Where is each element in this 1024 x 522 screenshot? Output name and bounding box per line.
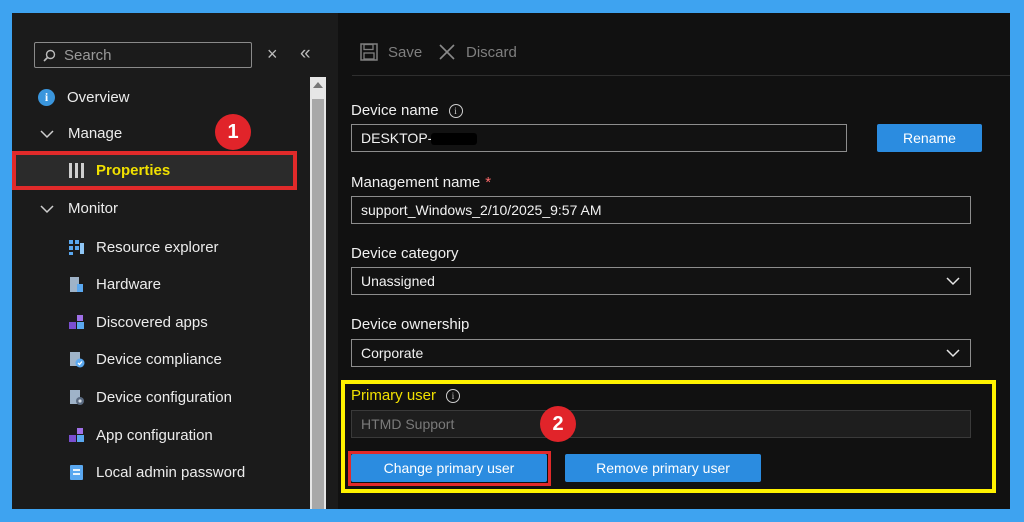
chevron-down-icon	[946, 277, 960, 286]
sidebar-group-manage[interactable]: Manage	[40, 125, 122, 142]
management-name-field[interactable]: support_Windows_2/10/2025_9:57 AM	[351, 196, 971, 224]
sidebar-item-device-compliance[interactable]: Device compliance	[68, 351, 222, 368]
sidebar-item-local-admin-password[interactable]: Local admin password	[68, 464, 245, 481]
info-icon[interactable]: i	[448, 103, 463, 118]
sidebar-item-label: Device configuration	[96, 389, 232, 406]
device-ownership-label: Device ownership	[351, 316, 469, 333]
sidebar-item-hardware[interactable]: Hardware	[68, 276, 161, 293]
scroll-thumb[interactable]	[312, 99, 324, 509]
device-ownership-value: Corporate	[361, 345, 424, 361]
properties-pane: Save Discard Device name i DESKTOP- Rena…	[338, 13, 1010, 509]
local-admin-password-icon	[70, 465, 83, 480]
app-configuration-icon	[69, 428, 84, 442]
device-configuration-icon	[70, 390, 84, 405]
chevron-down-icon	[40, 129, 54, 138]
device-compliance-icon	[70, 352, 85, 368]
chevron-down-icon	[40, 204, 54, 213]
management-name-label-text: Management name	[351, 174, 481, 191]
sidebar-group-monitor[interactable]: Monitor	[40, 200, 118, 217]
device-category-label-text: Device category	[351, 245, 459, 262]
sidebar: × « i Overview Manage Properties 1	[12, 13, 338, 509]
hardware-icon	[70, 277, 83, 292]
discard-icon	[439, 44, 455, 60]
annotation-badge-1: 1	[215, 114, 251, 150]
management-name-value: support_Windows_2/10/2025_9:57 AM	[361, 202, 602, 218]
save-icon	[360, 43, 378, 61]
sidebar-item-label: Discovered apps	[96, 314, 208, 331]
sidebar-item-app-configuration[interactable]: App configuration	[68, 427, 213, 444]
redaction-mark	[431, 133, 477, 145]
required-asterisk: *	[485, 174, 492, 191]
collapse-sidebar-icon[interactable]: «	[300, 43, 311, 65]
device-name-field[interactable]: DESKTOP-	[351, 124, 847, 152]
sidebar-group-label: Monitor	[68, 200, 119, 217]
save-button[interactable]: Save	[360, 43, 422, 61]
management-name-label: Management name *	[351, 174, 491, 191]
info-circle-icon: i	[38, 89, 55, 106]
device-ownership-label-text: Device ownership	[351, 316, 470, 333]
device-name-label: Device name i	[351, 102, 463, 119]
save-label: Save	[388, 43, 423, 61]
sidebar-item-device-configuration[interactable]: Device configuration	[68, 389, 232, 406]
sidebar-item-label: Resource explorer	[96, 239, 219, 256]
search-icon	[43, 49, 56, 62]
discovered-apps-icon	[69, 315, 84, 329]
device-name-value: DESKTOP-	[361, 130, 433, 146]
annotation-badge-2: 2	[540, 406, 576, 442]
close-search-icon[interactable]: ×	[267, 44, 278, 65]
sidebar-item-label: Hardware	[96, 276, 162, 293]
rename-button-label: Rename	[903, 130, 956, 146]
discard-button[interactable]: Discard	[438, 43, 517, 61]
device-category-label: Device category	[351, 245, 459, 262]
annotation-highlight-primary-user	[341, 380, 996, 493]
search-box[interactable]	[34, 42, 252, 68]
sidebar-item-label: Device compliance	[96, 351, 222, 368]
sidebar-scrollbar[interactable]	[310, 77, 326, 509]
scroll-up-arrow-icon[interactable]	[313, 82, 323, 88]
chevron-down-icon	[946, 349, 960, 358]
device-category-select[interactable]: Unassigned	[351, 267, 971, 295]
device-ownership-select[interactable]: Corporate	[351, 339, 971, 367]
portal-screen: × « i Overview Manage Properties 1	[12, 13, 1010, 509]
search-input[interactable]	[62, 45, 246, 65]
device-category-value: Unassigned	[361, 273, 435, 289]
sidebar-item-resource-explorer[interactable]: Resource explorer	[68, 239, 219, 256]
sidebar-item-label: App configuration	[96, 427, 213, 444]
toolbar-divider	[352, 75, 1010, 76]
device-name-label-text: Device name	[351, 102, 439, 119]
sidebar-item-discovered-apps[interactable]: Discovered apps	[68, 314, 208, 331]
rename-button[interactable]: Rename	[877, 124, 982, 152]
sidebar-item-overview[interactable]: i Overview	[38, 89, 130, 106]
sidebar-item-label: Local admin password	[96, 464, 246, 481]
sidebar-item-label: Overview	[67, 89, 130, 106]
resource-explorer-icon	[69, 240, 84, 255]
annotation-highlight-properties	[12, 151, 297, 190]
discard-label: Discard	[466, 43, 517, 61]
sidebar-group-label: Manage	[68, 125, 123, 142]
